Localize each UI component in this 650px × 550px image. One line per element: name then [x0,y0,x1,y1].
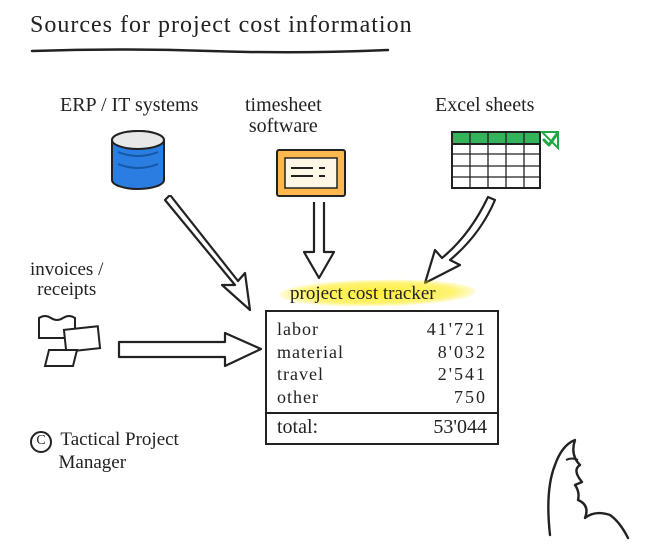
table-row: other 750 [277,386,487,409]
row-value: 750 [454,386,487,409]
arrow-erp-to-tracker [150,195,260,315]
total-label: total: [277,416,318,439]
row-label: travel [277,363,324,386]
row-label: material [277,341,344,364]
copyright-icon: C [30,431,52,453]
total-row: total: 53'044 [267,412,497,443]
row-value: 41'721 [427,318,487,341]
source-label-erp: ERP / IT systems [60,95,198,116]
arrow-excel-to-tracker [410,195,510,290]
diagram-title: Sources for project cost information [30,12,413,39]
row-label: labor [277,318,319,341]
credit-text-2: Manager [59,452,127,473]
receipts-icon [35,310,115,370]
invoices-line1: invoices / [30,259,103,280]
timesheet-line1: timesheet [245,94,322,116]
face-doodle-icon [520,410,640,540]
table-row: material 8'032 [277,341,487,364]
row-value: 2'541 [438,363,487,386]
source-label-excel: Excel sheets [435,95,534,116]
timesheet-icon [275,148,347,198]
source-label-invoices: invoices / receipts [30,260,103,300]
total-value: 53'044 [433,416,487,439]
table-row: travel 2'541 [277,363,487,386]
tracker-label: project cost tracker [290,283,436,305]
timesheet-line2: software [249,115,318,137]
row-value: 8'032 [438,341,487,364]
title-underline [30,46,390,56]
arrow-timesheet-to-tracker [300,200,340,280]
invoices-line2: receipts [37,279,96,300]
database-icon [108,130,168,192]
source-label-timesheet: timesheet software [245,95,322,137]
credit-line: C Tactical Project Manager [30,430,179,474]
arrow-invoices-to-tracker [115,330,265,370]
row-label: other [277,386,319,409]
table-row: labor 41'721 [277,318,487,341]
cost-tracker-table: labor 41'721 material 8'032 travel 2'541… [265,310,499,445]
credit-text-1: Tactical Project [60,429,178,450]
spreadsheet-icon [450,130,560,192]
checkmark-icon [542,132,558,148]
